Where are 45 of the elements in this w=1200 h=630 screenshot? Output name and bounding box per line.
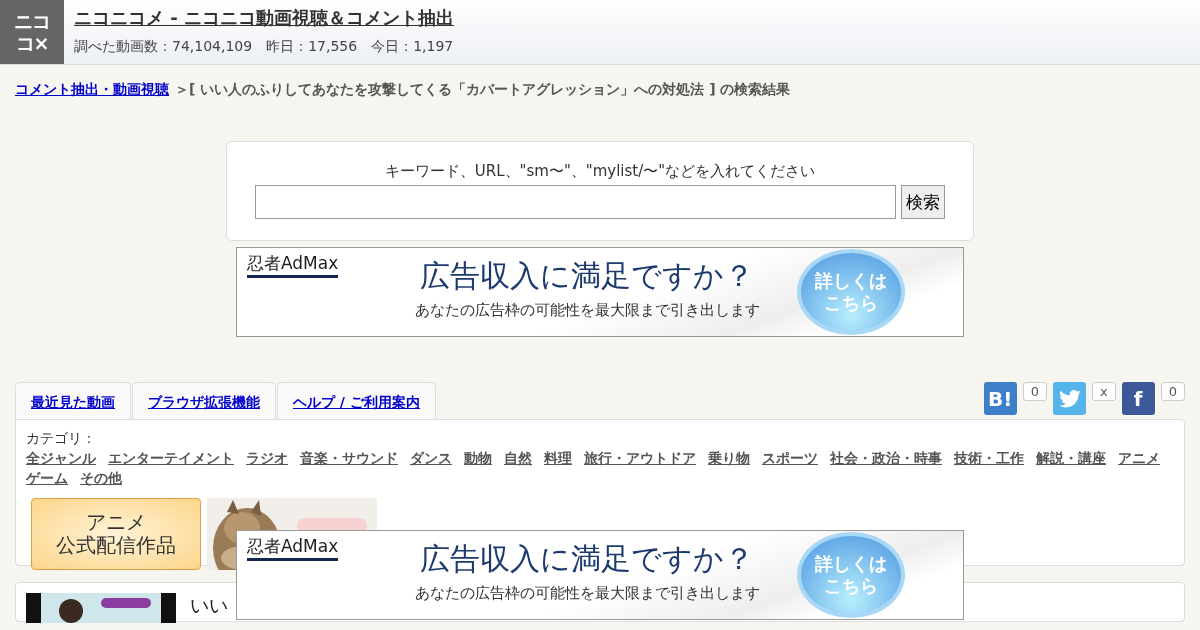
category-link[interactable]: ゲーム bbox=[26, 470, 68, 488]
category-link[interactable]: その他 bbox=[80, 470, 122, 488]
admax-logo: 忍者AdMax bbox=[247, 252, 339, 278]
category-link[interactable]: 社会・政治・時事 bbox=[830, 450, 942, 468]
admax-logo: 忍者AdMax bbox=[247, 535, 339, 561]
share-count: x bbox=[1092, 382, 1116, 401]
category-link[interactable]: エンターテイメント bbox=[108, 450, 234, 468]
category-link[interactable]: 自然 bbox=[504, 450, 532, 468]
logo[interactable]: ニコ コ× bbox=[0, 0, 64, 64]
tab[interactable]: ブラウザ拡張機能 bbox=[132, 382, 276, 419]
ad-banner[interactable]: 忍者AdMax 広告収入に満足ですか？ あなたの広告枠の可能性を最大限まで引き出します 詳しくは こちら bbox=[236, 530, 964, 620]
category-link[interactable]: アニメ bbox=[1118, 450, 1160, 468]
category-link[interactable]: 動物 bbox=[464, 450, 492, 468]
category-link[interactable]: 音楽・サウンド bbox=[300, 450, 398, 468]
category-link[interactable]: 解説・講座 bbox=[1036, 450, 1106, 468]
category-link[interactable]: 乗り物 bbox=[708, 450, 750, 468]
ad-banner[interactable]: 忍者AdMax 広告収入に満足ですか？ あなたの広告枠の可能性を最大限まで引き出します 詳しくは こちら bbox=[236, 247, 964, 337]
anime-banner[interactable]: アニメ 公式配信作品 bbox=[31, 498, 201, 570]
breadcrumb-current: ＞[ いい人のふりしてあなたを攻撃してくる「カバートアグレッション」への対処法 ] の検索結果 bbox=[175, 81, 791, 99]
category-link[interactable]: スポーツ bbox=[762, 450, 818, 468]
search-button[interactable]: 検索 bbox=[901, 185, 945, 219]
bird-icon[interactable] bbox=[1053, 382, 1086, 415]
category-link[interactable]: 全ジャンル bbox=[26, 450, 96, 468]
breadcrumb-link[interactable]: コメント抽出・動画視聴 bbox=[15, 81, 169, 99]
tab[interactable]: 最近見た動画 bbox=[15, 382, 131, 419]
ad-subtitle: あなたの広告枠の可能性を最大限まで引き出します bbox=[414, 584, 760, 603]
category-link[interactable]: ダンス bbox=[410, 450, 452, 468]
site-title[interactable]: ニコニコメ - ニコニコ動画視聴＆コメント抽出 bbox=[74, 6, 454, 30]
search-label: キーワード、URL、"sm〜"、"mylist/〜"などを入れてください bbox=[384, 162, 816, 181]
category-link[interactable]: 技術・工作 bbox=[954, 450, 1024, 468]
category-label: カテゴリ： bbox=[26, 430, 97, 448]
stats-text: 調べた動画数：74,104,109 昨日：17,556 今日：1,197 bbox=[74, 38, 454, 56]
category-link[interactable]: 旅行・アウトドア bbox=[584, 450, 696, 468]
tab[interactable]: ヘルプ / ご利用案内 bbox=[277, 382, 436, 419]
share-count: 0 bbox=[1160, 382, 1185, 401]
category-link[interactable]: 料理 bbox=[544, 450, 572, 468]
result-title[interactable]: いい bbox=[190, 593, 228, 611]
share-count: 0 bbox=[1022, 382, 1047, 401]
share-button[interactable]: f bbox=[1121, 382, 1155, 415]
search-field[interactable] bbox=[255, 185, 896, 219]
category-link[interactable]: ラジオ bbox=[246, 450, 288, 468]
ad-headline: 広告収入に満足ですか？ bbox=[420, 257, 754, 295]
bookmark-button[interactable]: B! bbox=[983, 382, 1017, 415]
ad-headline: 広告収入に満足ですか？ bbox=[420, 540, 754, 578]
ad-subtitle: あなたの広告枠の可能性を最大限まで引き出します bbox=[414, 301, 760, 320]
